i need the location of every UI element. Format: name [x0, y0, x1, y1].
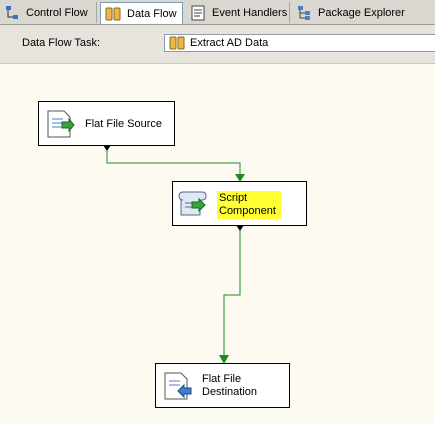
data-flow-icon	[105, 6, 121, 22]
data-flow-task-dropdown[interactable]: Extract AD Data	[164, 34, 435, 52]
data-flow-icon	[169, 36, 185, 50]
tab-label: Event Handlers	[212, 6, 288, 19]
designer-tab-bar: Control Flow Data Flow Event Handlers Pa…	[0, 0, 435, 25]
tab-package-explorer[interactable]: Package Explorer	[292, 2, 412, 23]
node-label: Flat File Destination	[202, 373, 257, 399]
node-label-line1: Flat File	[202, 373, 242, 385]
data-flow-task-label: Data Flow Task:	[22, 37, 101, 49]
package-explorer-icon	[296, 5, 312, 21]
control-flow-icon	[4, 5, 20, 21]
tab-label: Package Explorer	[318, 6, 405, 19]
tab-event-handlers[interactable]: Event Handlers	[186, 2, 290, 23]
node-label-line2: Component	[219, 205, 276, 217]
data-flow-task-bar: Data Flow Task: Extract AD Data	[0, 25, 435, 64]
data-flow-task-value: Extract AD Data	[190, 37, 269, 49]
path-script-to-destination[interactable]	[219, 225, 244, 364]
flat-file-destination-icon	[162, 371, 192, 401]
path-source-to-script[interactable]	[103, 145, 245, 182]
script-component-icon	[178, 189, 208, 219]
node-label: Flat File Source	[85, 118, 163, 130]
event-handlers-icon	[190, 5, 206, 21]
script-component-node[interactable]: Script Component	[172, 181, 307, 226]
flat-file-destination-node[interactable]: Flat File Destination	[155, 363, 290, 408]
flat-file-source-node[interactable]: Flat File Source	[38, 101, 175, 146]
tab-label: Data Flow	[127, 7, 177, 20]
data-flow-canvas[interactable]: Flat File Source Script Component Flat F…	[0, 64, 435, 424]
tab-control-flow[interactable]: Control Flow	[0, 2, 97, 23]
node-label-line1: Script	[219, 192, 248, 204]
node-label-line2: Destination	[202, 386, 258, 398]
node-label: Script Component	[217, 191, 281, 219]
tab-label: Control Flow	[26, 6, 88, 19]
flat-file-source-icon	[45, 109, 75, 139]
tab-data-flow[interactable]: Data Flow	[100, 2, 183, 24]
